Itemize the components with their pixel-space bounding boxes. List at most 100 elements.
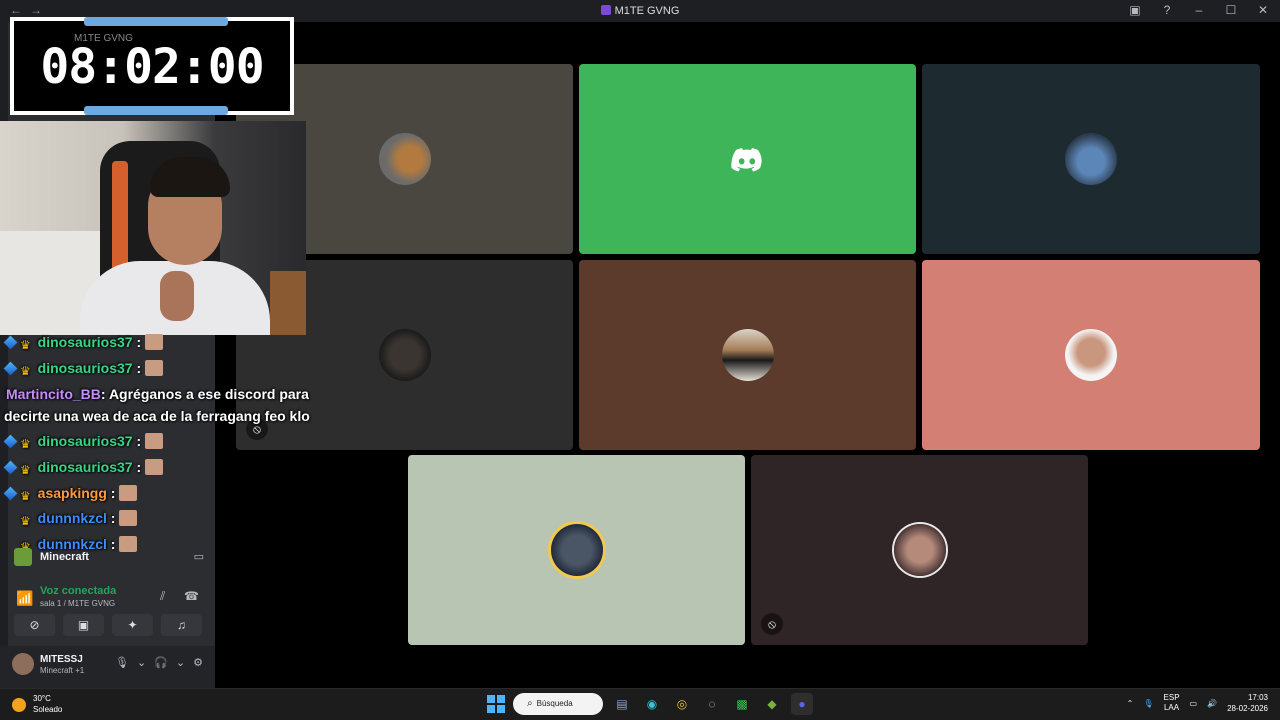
webcam-overlay [0, 121, 306, 335]
participant-avatar [1065, 133, 1117, 185]
chat-message: ♛ asapkingg : [3, 485, 138, 503]
chat-message: Martincito_BB: Agréganos a ese discord p… [6, 386, 309, 402]
emote-icon [145, 459, 164, 475]
weather-condition: Soleado [33, 705, 63, 714]
chat-username: dunnnkzcl [37, 510, 107, 526]
timer-digits: 08:02:00 [40, 39, 264, 95]
xbox-icon[interactable]: ▩ [731, 693, 753, 715]
crown-badge-icon: ♛ [20, 489, 31, 503]
close-button[interactable]: ✕ [1256, 3, 1270, 17]
participant-avatar [378, 133, 431, 185]
webcam-floor [270, 271, 306, 335]
crown-badge-icon: ♛ [20, 338, 31, 352]
noise-suppression-icon[interactable]: ⫽ [160, 589, 165, 604]
taskbar-search[interactable]: ⌕ Búsqueda [513, 693, 603, 715]
tray-chevron-up-icon[interactable]: ⌃ [1127, 699, 1134, 708]
user-activity: Minecraft +1 [40, 666, 85, 675]
emote-icon [119, 485, 138, 501]
chat-text: : [110, 485, 116, 501]
volume-icon[interactable]: 🔊 [1207, 699, 1217, 708]
emote-icon [145, 360, 164, 376]
discord-taskbar-icon[interactable]: ● [791, 693, 813, 715]
webcam-chair-stripe [112, 161, 128, 271]
settings-gear-icon[interactable]: ⚙ [193, 656, 203, 669]
file-explorer-icon[interactable]: ▤ [611, 693, 633, 715]
chat-text: decirte una wea de aca de la ferragang f… [4, 408, 310, 424]
activity-row[interactable]: Minecraft ▭ [10, 546, 210, 570]
signal-icon[interactable]: 📶 [16, 590, 33, 607]
video-tile-3[interactable] [922, 64, 1260, 254]
chat-message: ♛ dinosaurios37 : [3, 360, 164, 378]
soundboard-button[interactable]: ♫ [161, 614, 202, 636]
microphone-icon[interactable]: 🎙 [115, 656, 129, 669]
obs-icon[interactable]: ◌ [701, 693, 723, 715]
video-tile-7[interactable] [408, 455, 745, 645]
chat-message: ♛ dunnnkzcl : [20, 510, 138, 528]
chat-text: : Agréganos a ese discord para [100, 386, 309, 402]
chat-username: dinosaurios37 [37, 360, 133, 376]
participant-avatar [1065, 329, 1117, 381]
emote-icon [145, 334, 164, 350]
voice-status[interactable]: Voz conectada [40, 585, 116, 597]
activity-game: Minecraft [40, 551, 89, 563]
participant-avatar [550, 524, 603, 576]
minecraft-launcher-icon[interactable]: ◆ [761, 693, 783, 715]
muted-icon: ⦸ [761, 613, 783, 635]
chat-message: ♛ dinosaurios37 : [3, 433, 164, 451]
webcam-person-hand [160, 271, 194, 321]
screen-icon[interactable]: ▭ [194, 550, 204, 563]
gem-badge-icon [3, 486, 18, 501]
video-tile-8[interactable]: ⦸ [751, 455, 1088, 645]
language-indicator[interactable]: ESP LAA [1164, 693, 1180, 713]
tray-mic-icon[interactable]: 🎙 [1143, 699, 1153, 708]
crown-badge-icon: ♛ [20, 463, 31, 477]
emote-icon [145, 433, 164, 449]
chat-username: dinosaurios37 [37, 459, 133, 475]
server-icon [600, 5, 611, 15]
participant-avatar [893, 524, 946, 576]
crown-badge-icon: ♛ [20, 437, 31, 451]
voice-action-buttons: ⊘ ▣ ✦ ♫ [14, 614, 202, 638]
search-icon: ⌕ [527, 698, 533, 709]
participant-avatar [721, 329, 774, 381]
minimize-button[interactable]: – [1192, 3, 1206, 17]
chat-username: dinosaurios37 [37, 433, 133, 449]
windows-taskbar: 30°C Soleado ⌕ Búsqueda ▤ ◉ ◎ ◌ ▩ ◆ ● ⌃ 🎙… [0, 688, 1280, 720]
help-icon[interactable]: ? [1160, 3, 1174, 17]
chevron-down-icon[interactable]: ⌄ [137, 656, 146, 669]
network-icon[interactable]: ▭ [1190, 699, 1198, 708]
chat-message: ♛ dinosaurios37 : [3, 459, 164, 477]
gem-badge-icon [3, 434, 18, 449]
activities-button[interactable]: ✦ [112, 614, 153, 636]
windows-start-icon[interactable] [487, 695, 505, 713]
chat-text: : [136, 459, 142, 475]
crown-badge-icon: ♛ [20, 514, 31, 528]
screen-share-button[interactable]: ▣ [63, 614, 104, 636]
timer-top-bar [84, 17, 228, 26]
weather-temperature: 30°C [33, 694, 51, 703]
gem-badge-icon [3, 335, 18, 350]
discord-logo-icon [731, 148, 762, 172]
voice-channel[interactable]: sala 1 / M1TE GVNG [40, 599, 115, 608]
camera-off-button[interactable]: ⊘ [14, 614, 55, 636]
video-tile-5[interactable] [579, 260, 916, 450]
chat-username: asapkingg [37, 485, 107, 501]
video-tile-2[interactable] [579, 64, 916, 254]
avatar[interactable] [12, 653, 34, 675]
maximize-button[interactable]: ☐ [1224, 3, 1238, 17]
chevron-down-icon[interactable]: ⌄ [176, 656, 185, 669]
edge-browser-icon[interactable]: ◉ [641, 693, 663, 715]
chrome-icon[interactable]: ◎ [671, 693, 693, 715]
chat-text: : [136, 334, 142, 350]
video-tile-6[interactable] [922, 260, 1260, 450]
chat-username: Martincito_BB [6, 386, 101, 402]
chat-text: : [110, 510, 116, 526]
stream-timer: M1TE GVNG 08:02:00 [10, 17, 294, 115]
username[interactable]: MITESSJ [40, 654, 83, 665]
headphones-icon[interactable]: 🎧 [154, 656, 168, 669]
sun-icon [12, 698, 26, 712]
screen-share-icon[interactable]: ▣ [1128, 3, 1142, 17]
disconnect-icon[interactable]: ☎ [184, 589, 199, 603]
gem-badge-icon [3, 361, 18, 376]
system-clock[interactable]: 17:03 28-02-2026 [1227, 692, 1268, 714]
